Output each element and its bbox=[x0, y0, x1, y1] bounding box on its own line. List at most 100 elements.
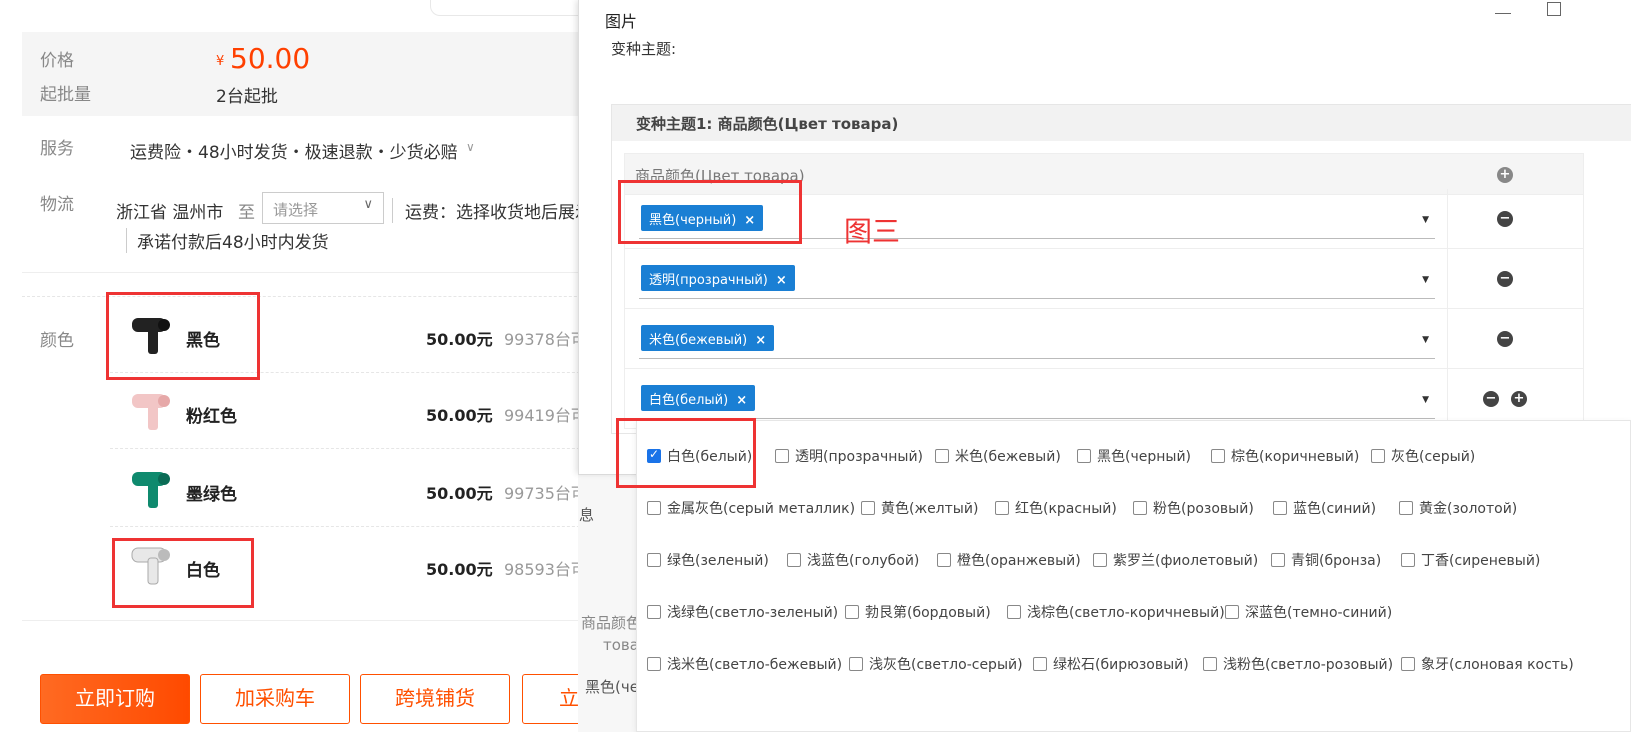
remove-row-icon[interactable]: − bbox=[1497, 211, 1513, 227]
checkbox-icon bbox=[775, 449, 789, 463]
option-checkbox[interactable]: 灰色(серый) bbox=[1371, 446, 1475, 466]
option-label: 浅绿色(светло-зеленый) bbox=[667, 605, 839, 621]
option-checkbox[interactable]: 青铜(бронза) bbox=[1271, 550, 1381, 570]
option-label: 粉色(розовый) bbox=[1153, 501, 1254, 517]
annotation-box bbox=[618, 180, 802, 244]
color-options-dropdown: 白色(белый) 透明(прозрачный) 米色(бежевый) 黑色(… bbox=[636, 420, 1631, 732]
checkbox-icon bbox=[1203, 657, 1217, 671]
option-checkbox[interactable]: 橙色(оранжевый) bbox=[937, 550, 1081, 570]
option-checkbox[interactable]: 黄色(желтый) bbox=[861, 498, 978, 518]
checkbox-icon bbox=[1077, 449, 1091, 463]
dropdown-arrow-icon[interactable]: ▼ bbox=[1422, 275, 1429, 285]
option-label: 勃艮第(бордовый) bbox=[865, 605, 991, 621]
checkbox-icon bbox=[647, 501, 661, 515]
divider bbox=[22, 620, 622, 621]
dropdown-arrow-icon[interactable]: ▼ bbox=[1422, 215, 1429, 225]
option-checkbox[interactable]: 深蓝色(темно-синий) bbox=[1225, 602, 1392, 622]
option-checkbox[interactable]: 浅绿色(светло-зеленый) bbox=[647, 602, 838, 622]
remove-icon[interactable]: × bbox=[736, 393, 747, 408]
color-option-pink[interactable]: 粉红色 50.00元 99419台可售 bbox=[0, 372, 603, 448]
option-checkbox[interactable]: 浅棕色(светло-коричневый) bbox=[1007, 602, 1225, 622]
annotation-box bbox=[112, 538, 254, 608]
option-label: 橙色(оранжевый) bbox=[957, 553, 1081, 569]
service-label: 服务 bbox=[40, 139, 74, 159]
option-label: 浅粉色(светло-розовый) bbox=[1223, 657, 1394, 673]
currency-symbol: ¥ bbox=[216, 54, 225, 69]
remove-row-icon[interactable]: − bbox=[1497, 331, 1513, 347]
option-checkbox[interactable]: 浅米色(светло-бежевый) bbox=[647, 654, 842, 674]
dropdown-arrow-icon[interactable]: ▼ bbox=[1422, 335, 1429, 345]
checkbox-icon bbox=[995, 501, 1009, 515]
add-to-cart-button[interactable]: 加采购车 bbox=[200, 674, 350, 724]
option-label: 米色(бежевый) bbox=[955, 449, 1061, 465]
option-checkbox[interactable]: 绿松石(бирюзовый) bbox=[1033, 654, 1189, 674]
option-checkbox[interactable]: 象牙(слоновая кость) bbox=[1401, 654, 1574, 674]
chevron-down-icon: ∨ bbox=[363, 197, 373, 212]
option-label: 浅蓝色(голубой) bbox=[807, 553, 920, 569]
column-divider bbox=[1447, 249, 1448, 309]
option-label: 棕色(коричневый) bbox=[1231, 449, 1360, 465]
option-label: 透明(прозрачный) bbox=[795, 449, 924, 465]
option-checkbox[interactable]: 蓝色(синий) bbox=[1273, 498, 1376, 518]
color-option-dark-green[interactable]: 墨绿色 50.00元 99735台可售 bbox=[0, 450, 603, 526]
add-row-icon[interactable]: + bbox=[1511, 391, 1527, 407]
services-text[interactable]: 运费险・48小时发货・极速退款・少货必赔 bbox=[130, 138, 458, 163]
checkbox-icon bbox=[845, 605, 859, 619]
remove-row-icon[interactable]: − bbox=[1483, 391, 1499, 407]
option-checkbox[interactable]: 紫罗兰(фиолетовый) bbox=[1093, 550, 1258, 570]
option-checkbox[interactable]: 红色(красный) bbox=[995, 498, 1117, 518]
color-select[interactable]: 透明(прозрачный) × ▼ bbox=[639, 263, 1435, 299]
option-checkbox[interactable]: 黄金(золотой) bbox=[1399, 498, 1517, 518]
option-checkbox[interactable]: 金属灰色(серый металлик) bbox=[647, 498, 855, 518]
checkbox-icon bbox=[849, 657, 863, 671]
selected-tag: 白色(белый) × bbox=[641, 385, 756, 411]
minimize-icon[interactable] bbox=[1495, 2, 1511, 14]
option-label: 绿松石(бирюзовый) bbox=[1053, 657, 1189, 673]
buy-now-button[interactable]: 立即订购 bbox=[40, 674, 190, 724]
color-select[interactable]: 白色(белый) × ▼ bbox=[639, 383, 1435, 419]
option-label: 绿色(зеленый) bbox=[667, 553, 769, 569]
bg-text: 商品颜色 bbox=[581, 614, 642, 632]
option-checkbox[interactable]: 黑色(черный) bbox=[1077, 446, 1191, 466]
checkbox-icon bbox=[1273, 501, 1287, 515]
variant-theme-title: 变种主题1: 商品颜色(Цвет товара) bbox=[612, 105, 1631, 141]
remove-icon[interactable]: × bbox=[755, 333, 766, 348]
remove-icon[interactable]: × bbox=[776, 273, 787, 288]
color-option-black[interactable]: 黑色 50.00元 99378台可售 bbox=[0, 296, 603, 372]
add-icon[interactable]: + bbox=[1497, 167, 1513, 183]
option-label: 象牙(слоновая кость) bbox=[1421, 657, 1574, 673]
selected-tag: 米色(бежевый) × bbox=[641, 325, 775, 351]
color-select[interactable]: 米色(бежевый) × ▼ bbox=[639, 323, 1435, 359]
maximize-icon[interactable] bbox=[1547, 2, 1561, 16]
option-checkbox[interactable]: 丁香(сиреневый) bbox=[1401, 550, 1540, 570]
option-checkbox[interactable]: 浅蓝色(голубой) bbox=[787, 550, 919, 570]
color-name: 粉红色 bbox=[186, 407, 237, 427]
option-checkbox[interactable]: 粉色(розовый) bbox=[1133, 498, 1254, 518]
column-divider bbox=[1447, 189, 1448, 249]
checkbox-icon bbox=[1225, 605, 1239, 619]
option-label: 黄色(желтый) bbox=[881, 501, 979, 517]
price-box bbox=[22, 32, 622, 116]
color-option-white[interactable]: 白色 50.00元 98593台可售 bbox=[0, 526, 603, 602]
checkbox-icon bbox=[1133, 501, 1147, 515]
option-checkbox[interactable]: 米色(бежевый) bbox=[935, 446, 1061, 466]
remove-row-icon[interactable]: − bbox=[1497, 271, 1513, 287]
checkbox-icon bbox=[1033, 657, 1047, 671]
checkbox-icon bbox=[1271, 553, 1285, 567]
option-label: 青铜(бронза) bbox=[1291, 553, 1382, 569]
dropdown-arrow-icon[interactable]: ▼ bbox=[1422, 395, 1429, 405]
option-checkbox[interactable]: 浅灰色(светло-серый) bbox=[849, 654, 1023, 674]
destination-select[interactable]: 请选择 ∨ bbox=[262, 192, 384, 224]
option-label: 紫罗兰(фиолетовый) bbox=[1113, 553, 1259, 569]
option-checkbox[interactable]: 勃艮第(бордовый) bbox=[845, 602, 991, 622]
screen: 价格 ¥ 50.00 起批量 2台起批 服务 运费险・48小时发货・极速退款・少… bbox=[0, 0, 1631, 732]
modal-title: 图片 bbox=[605, 12, 638, 31]
option-checkbox[interactable]: 绿色(зеленый) bbox=[647, 550, 769, 570]
cross-border-button[interactable]: 跨境铺货 bbox=[360, 674, 510, 724]
option-label: 浅灰色(светло-серый) bbox=[869, 657, 1023, 673]
option-label: 黄金(золотой) bbox=[1419, 501, 1518, 517]
chevron-down-icon[interactable]: ∨ bbox=[466, 140, 475, 154]
option-checkbox[interactable]: 浅粉色(светло-розовый) bbox=[1203, 654, 1393, 674]
option-checkbox[interactable]: 透明(прозрачный) bbox=[775, 446, 923, 466]
option-checkbox[interactable]: 棕色(коричневый) bbox=[1211, 446, 1359, 466]
